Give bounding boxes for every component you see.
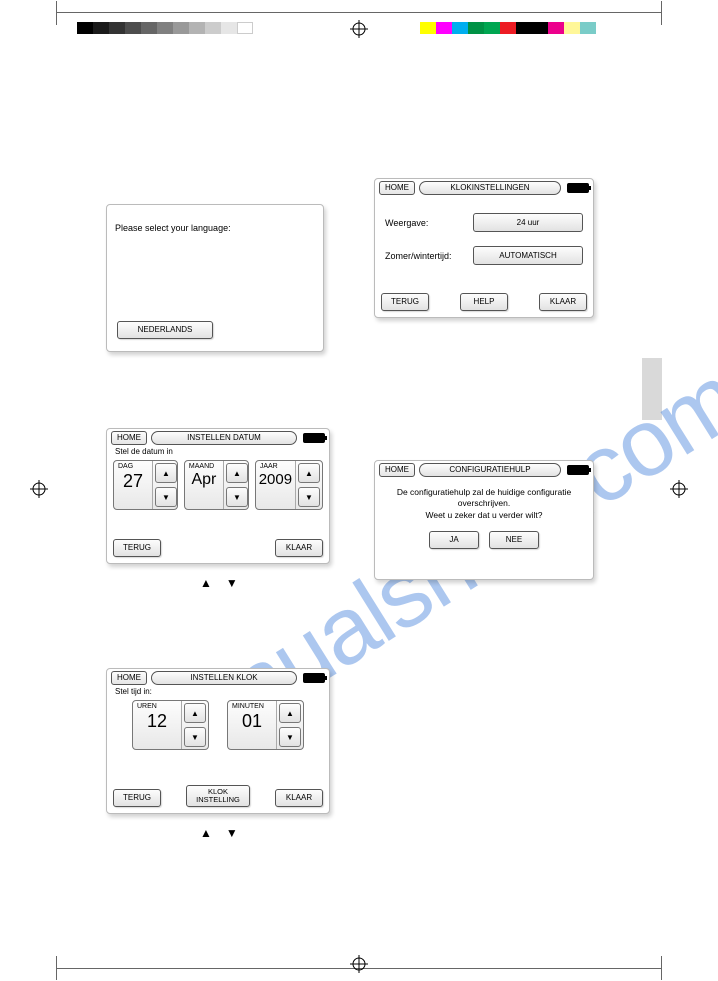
config-message-1: De configuratiehulp zal de huidige confi…	[387, 487, 581, 510]
minutes-stepper[interactable]: MINUTEN 01 ▲ ▼	[227, 700, 304, 750]
display-format-button[interactable]: 24 uur	[473, 213, 583, 232]
panel-set-time: HOME INSTELLEN KLOK Stel tijd in: UREN 1…	[106, 668, 330, 814]
arrow-up-icon: ▲	[200, 576, 212, 590]
panel-title: CONFIGURATIEHULP	[419, 463, 561, 477]
arrow-up-icon: ▲	[200, 826, 212, 840]
month-label: MAAND	[189, 463, 214, 470]
dst-label: Zomer/wintertijd:	[385, 251, 452, 261]
done-button[interactable]: KLAAR	[539, 293, 587, 311]
print-color-bar	[420, 22, 596, 34]
arrow-down-icon: ▼	[226, 826, 238, 840]
day-up-button[interactable]: ▲	[155, 463, 177, 483]
back-button[interactable]: TERUG	[113, 539, 161, 557]
minutes-down-button[interactable]: ▼	[279, 727, 301, 747]
battery-icon	[303, 433, 325, 443]
config-message-2: Weet u zeker dat u verder wilt?	[387, 510, 581, 521]
help-button[interactable]: HELP	[460, 293, 508, 311]
battery-icon	[567, 183, 589, 193]
day-label: DAG	[118, 463, 133, 470]
panel-config-help: HOME CONFIGURATIEHULP De configuratiehul…	[374, 460, 594, 580]
dst-mode-button[interactable]: AUTOMATISCH	[473, 246, 583, 265]
registration-mark-icon	[350, 955, 368, 973]
language-option-button[interactable]: NEDERLANDS	[117, 321, 213, 339]
arrow-down-icon: ▼	[226, 576, 238, 590]
hours-down-button[interactable]: ▼	[184, 727, 206, 747]
nav-arrows: ▲ ▼	[200, 826, 238, 840]
no-button[interactable]: NEE	[489, 531, 539, 549]
minutes-value: 01	[242, 710, 262, 730]
day-stepper[interactable]: DAG 27 ▲ ▼	[113, 460, 178, 510]
panel-title: INSTELLEN DATUM	[151, 431, 297, 445]
done-button[interactable]: KLAAR	[275, 539, 323, 557]
display-label: Weergave:	[385, 218, 428, 228]
back-button[interactable]: TERUG	[113, 789, 161, 807]
hours-value: 12	[147, 710, 167, 730]
registration-mark-icon	[670, 480, 688, 498]
home-button[interactable]: HOME	[379, 463, 415, 477]
done-button[interactable]: KLAAR	[275, 789, 323, 807]
year-down-button[interactable]: ▼	[298, 487, 320, 507]
day-value: 27	[123, 470, 143, 490]
registration-mark-icon	[350, 20, 368, 38]
home-button[interactable]: HOME	[379, 181, 415, 195]
yes-button[interactable]: JA	[429, 531, 479, 549]
month-value: Apr	[191, 470, 216, 488]
minutes-up-button[interactable]: ▲	[279, 703, 301, 723]
time-subtitle: Stel tijd in:	[107, 685, 329, 696]
home-button[interactable]: HOME	[111, 431, 147, 445]
year-up-button[interactable]: ▲	[298, 463, 320, 483]
panel-set-date: HOME INSTELLEN DATUM Stel de datum in DA…	[106, 428, 330, 564]
year-value: 2009	[259, 470, 292, 487]
year-label: JAAR	[260, 463, 278, 470]
minutes-label: MINUTEN	[232, 703, 264, 710]
nav-arrows: ▲ ▼	[200, 576, 238, 590]
print-grayscale-bar	[77, 22, 253, 34]
registration-mark-icon	[30, 480, 48, 498]
language-prompt: Please select your language:	[107, 205, 323, 237]
date-subtitle: Stel de datum in	[107, 445, 329, 456]
year-stepper[interactable]: JAAR 2009 ▲ ▼	[255, 460, 323, 510]
battery-icon	[567, 465, 589, 475]
page-thumb-tab	[642, 358, 662, 420]
panel-language: Please select your language: NEDERLANDS	[106, 204, 324, 352]
battery-icon	[303, 673, 325, 683]
hours-up-button[interactable]: ▲	[184, 703, 206, 723]
clock-settings-button[interactable]: KLOK INSTELLING	[186, 785, 250, 807]
hours-stepper[interactable]: UREN 12 ▲ ▼	[132, 700, 209, 750]
month-up-button[interactable]: ▲	[226, 463, 248, 483]
back-button[interactable]: TERUG	[381, 293, 429, 311]
panel-clock-settings: HOME KLOKINSTELLINGEN Weergave: 24 uur Z…	[374, 178, 594, 318]
month-down-button[interactable]: ▼	[226, 487, 248, 507]
day-down-button[interactable]: ▼	[155, 487, 177, 507]
home-button[interactable]: HOME	[111, 671, 147, 685]
hours-label: UREN	[137, 703, 157, 710]
month-stepper[interactable]: MAAND Apr ▲ ▼	[184, 460, 249, 510]
panel-title: INSTELLEN KLOK	[151, 671, 297, 685]
panel-title: KLOKINSTELLINGEN	[419, 181, 561, 195]
